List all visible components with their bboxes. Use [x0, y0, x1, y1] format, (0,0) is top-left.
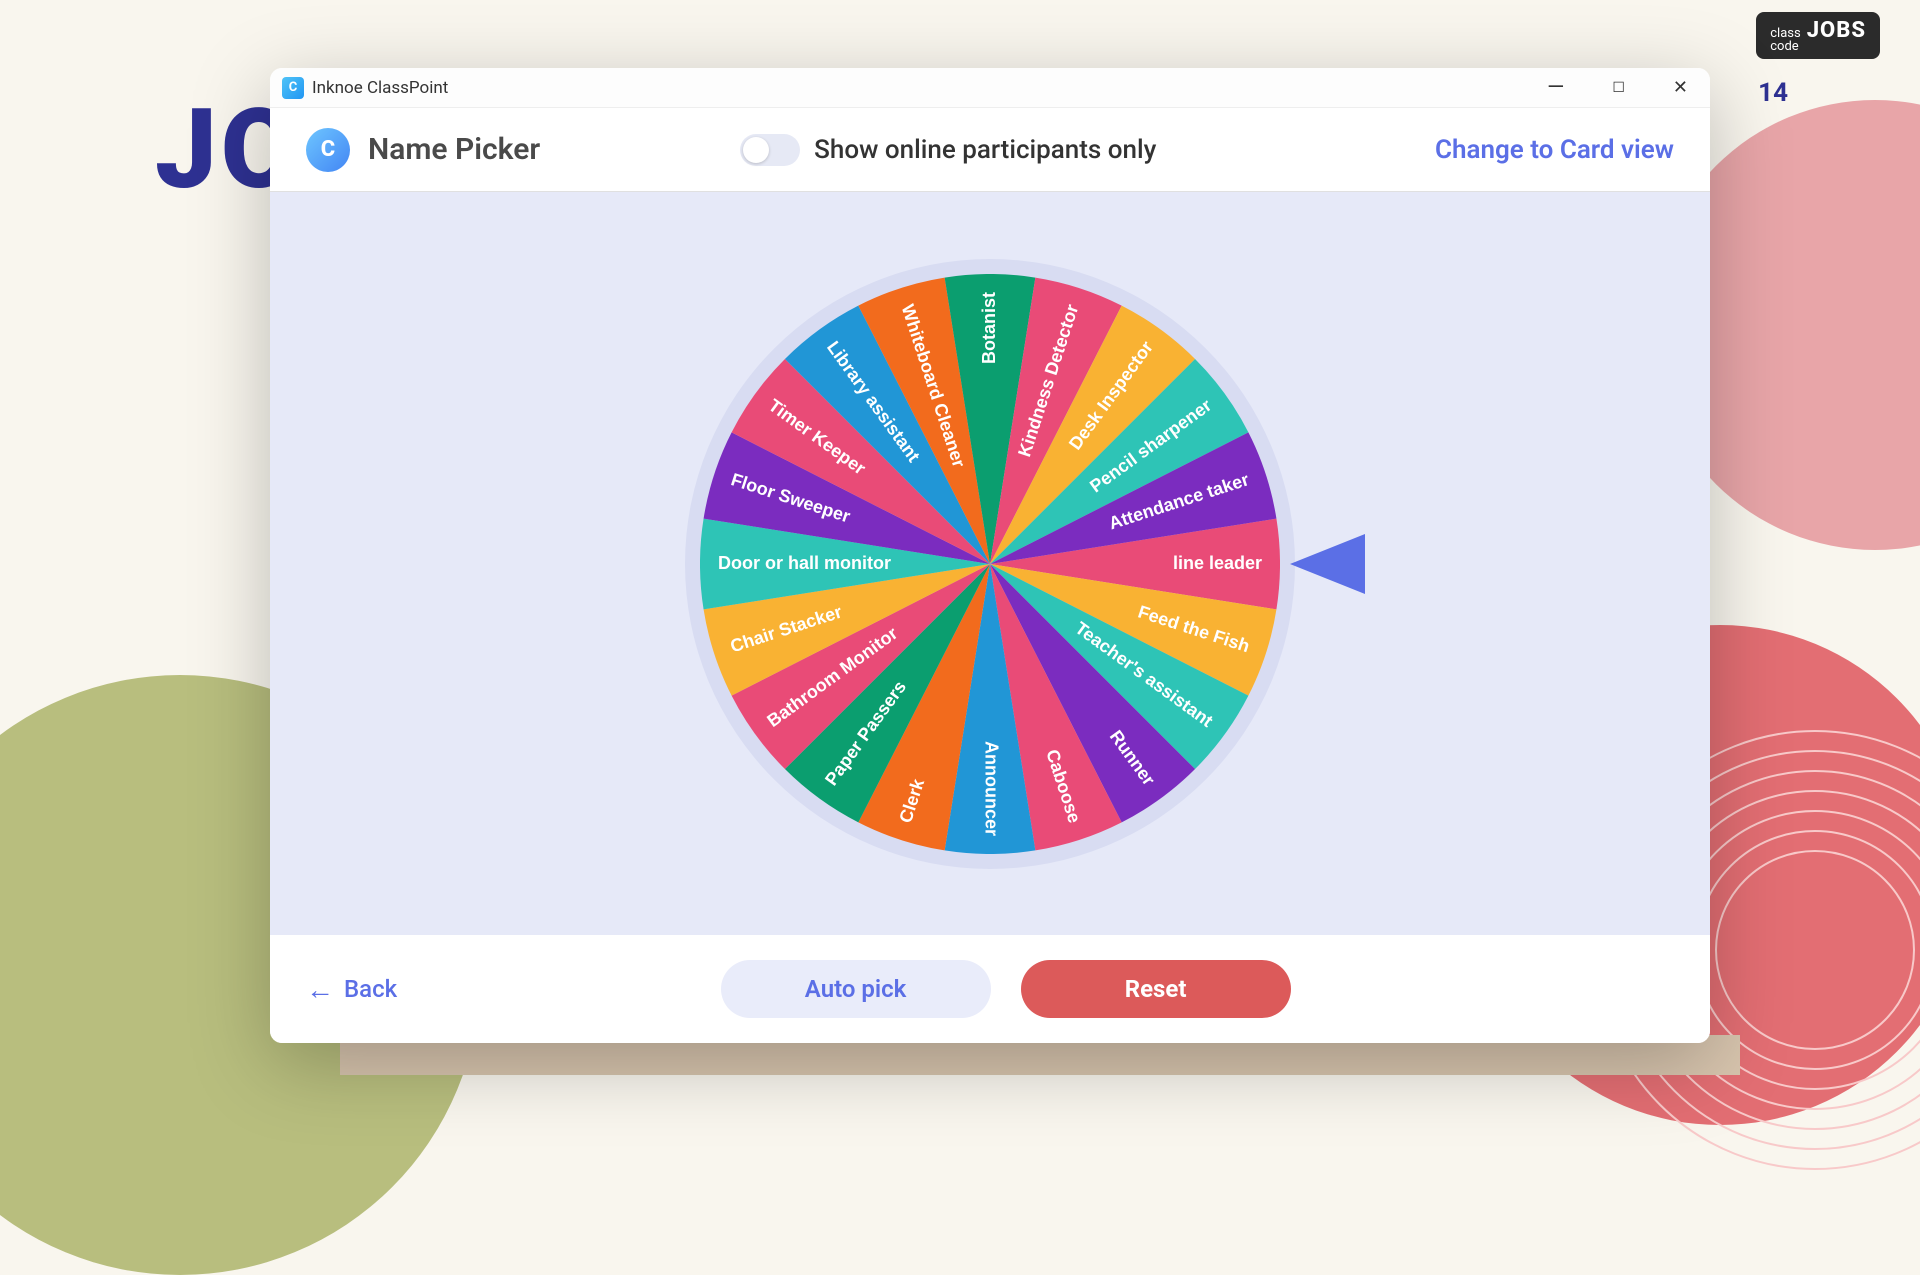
minimize-button[interactable]: —: [1537, 71, 1574, 104]
class-code-value: JOBS: [1807, 18, 1866, 43]
back-label: Back: [344, 975, 397, 1003]
page-title: Name Picker: [368, 132, 540, 167]
class-code-label: class code: [1770, 27, 1800, 53]
online-only-toggle[interactable]: [740, 134, 800, 166]
wheel-area: line leaderFeed the FishTeacher's assist…: [270, 192, 1710, 935]
toolbar: C Name Picker Show online participants o…: [270, 108, 1710, 192]
wheel-container: line leaderFeed the FishTeacher's assist…: [685, 259, 1295, 869]
change-view-button[interactable]: Change to Card view: [1435, 135, 1674, 165]
window-titlebar: C Inknoe ClassPoint — ☐ ✕: [270, 68, 1710, 108]
window-title: Inknoe ClassPoint: [312, 78, 448, 98]
wheel-slice-label: line leader: [1173, 552, 1262, 572]
wheel-pointer-icon: [1290, 529, 1370, 599]
footer: ← Back Auto pick Reset: [270, 935, 1710, 1043]
wheel-slice-label: Botanist: [979, 291, 999, 363]
online-only-label: Show online participants only: [814, 135, 1156, 165]
spinner-wheel[interactable]: line leaderFeed the FishTeacher's assist…: [700, 274, 1280, 854]
wheel-slice-label: Door or hall monitor: [718, 552, 891, 572]
maximize-button[interactable]: ☐: [1602, 76, 1635, 100]
back-button[interactable]: ← Back: [306, 973, 397, 1006]
toggle-knob: [743, 137, 769, 163]
app-icon: C: [282, 77, 304, 99]
autopick-button[interactable]: Auto pick: [721, 960, 991, 1018]
name-picker-window: C Inknoe ClassPoint — ☐ ✕ C Name Picker …: [270, 68, 1710, 1043]
classpoint-logo-icon: C: [306, 128, 350, 172]
reset-button[interactable]: Reset: [1021, 960, 1291, 1018]
arrow-left-icon: ←: [306, 973, 334, 1006]
class-code-chip: class code JOBS: [1756, 12, 1880, 59]
wheel-slice-label: Announcer: [981, 740, 1001, 835]
participant-count: 14: [1758, 78, 1788, 108]
close-button[interactable]: ✕: [1663, 73, 1698, 102]
